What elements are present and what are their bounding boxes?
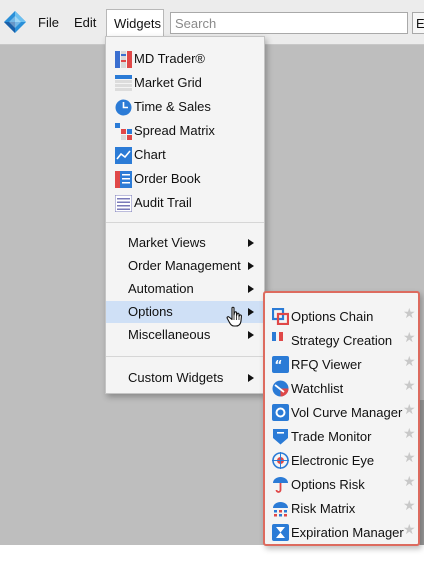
star-icon[interactable]: ★	[403, 402, 416, 418]
menu-item-label: Spread Matrix	[134, 123, 215, 138]
spread-matrix-icon	[115, 123, 132, 140]
chevron-right-icon	[248, 308, 254, 316]
submenu-label: Automation	[128, 281, 194, 296]
menu-item-label: Order Book	[134, 171, 201, 186]
star-icon[interactable]: ★	[403, 330, 416, 346]
risk-matrix-icon	[273, 502, 288, 517]
star-icon[interactable]: ★	[403, 306, 416, 322]
options-item-label: Risk Matrix	[291, 501, 356, 516]
edit-menu[interactable]: Edit	[74, 15, 96, 31]
options-item-vol-curve-manager[interactable]: Vol Curve Manager ★	[265, 401, 418, 425]
options-item-options-chain[interactable]: Options Chain ★	[265, 305, 418, 329]
widgets-dropdown: MD Trader® Market Grid Time & Sales Spre…	[105, 36, 265, 394]
menu-item-label: Time & Sales	[134, 99, 211, 114]
submenu-label: Order Management	[128, 258, 241, 273]
chevron-right-icon	[248, 331, 254, 339]
menu-item-market-grid[interactable]: Market Grid	[106, 71, 264, 95]
widgets-menu-label: Widgets	[114, 16, 161, 31]
extra-menu-label: E	[416, 16, 424, 31]
trade-monitor-icon	[273, 429, 288, 445]
svg-text:“: “	[275, 358, 283, 372]
options-item-label: Watchlist	[291, 381, 344, 396]
options-item-label: Electronic Eye	[291, 453, 375, 468]
watchlist-icon	[272, 380, 289, 397]
options-risk-icon	[273, 477, 288, 493]
star-icon[interactable]: ★	[403, 426, 416, 442]
options-item-trade-monitor[interactable]: Trade Monitor ★	[265, 425, 418, 449]
submenu-label: Miscellaneous	[128, 327, 211, 342]
extra-menu-button[interactable]: E	[412, 12, 424, 34]
workspace-edge	[420, 400, 424, 545]
time-sales-icon	[115, 99, 132, 116]
menu-item-time-sales[interactable]: Time & Sales	[106, 95, 264, 119]
app-logo-icon[interactable]	[3, 10, 27, 34]
menu-item-order-book[interactable]: Order Book	[106, 167, 264, 191]
search-input[interactable]	[170, 12, 408, 34]
options-item-expiration-manager[interactable]: Expiration Manager ★	[265, 521, 418, 545]
menu-item-chart[interactable]: Chart	[106, 143, 264, 167]
md-trader-icon	[115, 51, 132, 68]
options-item-rfq-viewer[interactable]: “ RFQ Viewer ★	[265, 353, 418, 377]
menu-item-label: Chart	[134, 147, 166, 162]
chevron-right-icon	[248, 262, 254, 270]
options-item-label: Vol Curve Manager	[291, 405, 403, 420]
menu-separator	[106, 356, 264, 357]
chevron-right-icon	[248, 239, 254, 247]
options-item-label: Strategy Creation	[291, 333, 393, 348]
menu-item-spread-matrix[interactable]: Spread Matrix	[106, 119, 264, 143]
submenu-order-management[interactable]: Order Management	[106, 255, 264, 277]
star-icon[interactable]: ★	[403, 378, 416, 394]
options-item-risk-matrix[interactable]: Risk Matrix ★	[265, 497, 418, 521]
hand-cursor-icon	[226, 306, 242, 327]
menu-item-md-trader[interactable]: MD Trader®	[106, 47, 264, 71]
file-menu[interactable]: File	[38, 15, 59, 31]
options-item-options-risk[interactable]: Options Risk ★	[265, 473, 418, 497]
chevron-right-icon	[248, 374, 254, 382]
star-icon[interactable]: ★	[403, 354, 416, 370]
submenu-label: Custom Widgets	[128, 370, 224, 385]
chevron-right-icon	[248, 285, 254, 293]
options-item-watchlist[interactable]: Watchlist ★	[265, 377, 418, 401]
audit-trail-icon	[115, 195, 132, 212]
options-submenu: Options Chain ★ Strategy Creation ★ “ RF…	[263, 291, 420, 546]
chart-icon	[115, 147, 132, 164]
star-icon[interactable]: ★	[403, 498, 416, 514]
vol-curve-manager-icon	[272, 404, 289, 421]
options-item-label: Options Chain	[291, 309, 374, 324]
options-item-label: Options Risk	[291, 477, 365, 492]
options-item-label: RFQ Viewer	[291, 357, 362, 372]
options-item-strategy-creation[interactable]: Strategy Creation ★	[265, 329, 418, 353]
star-icon[interactable]: ★	[403, 522, 416, 538]
submenu-market-views[interactable]: Market Views	[106, 232, 264, 254]
menu-item-audit-trail[interactable]: Audit Trail	[106, 191, 264, 215]
strategy-creation-icon	[272, 332, 283, 341]
menu-separator	[106, 222, 264, 223]
expiration-manager-icon	[272, 524, 289, 541]
star-icon[interactable]: ★	[403, 474, 416, 490]
submenu-label: Options	[128, 304, 173, 319]
menu-item-label: Audit Trail	[134, 195, 192, 210]
options-chain-icon	[272, 308, 289, 325]
star-icon[interactable]: ★	[403, 450, 416, 466]
submenu-label: Market Views	[128, 235, 206, 250]
widgets-menu[interactable]: Widgets	[106, 9, 164, 37]
market-grid-icon	[115, 75, 132, 91]
options-item-electronic-eye[interactable]: Electronic Eye ★	[265, 449, 418, 473]
rfq-viewer-icon: “	[272, 356, 289, 373]
order-book-icon	[115, 171, 132, 188]
options-item-label: Expiration Manager	[291, 525, 404, 540]
submenu-automation[interactable]: Automation	[106, 278, 264, 300]
electronic-eye-icon	[272, 452, 289, 469]
options-item-label: Trade Monitor	[291, 429, 372, 444]
menu-item-label: MD Trader®	[134, 51, 205, 66]
menu-item-label: Market Grid	[134, 75, 202, 90]
submenu-custom-widgets[interactable]: Custom Widgets	[106, 367, 264, 389]
